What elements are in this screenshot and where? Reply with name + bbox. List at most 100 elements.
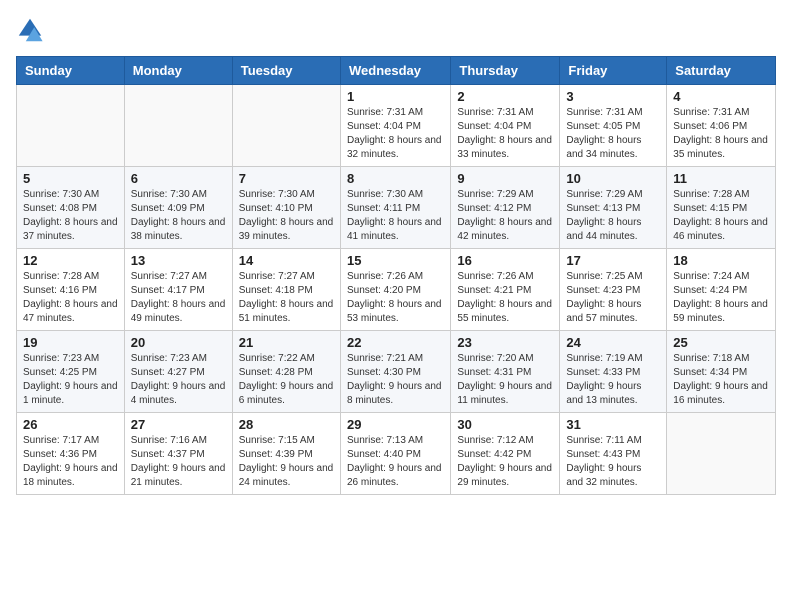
column-header-saturday: Saturday [667, 57, 776, 85]
day-number: 16 [457, 253, 553, 268]
calendar-cell: 22Sunrise: 7:21 AM Sunset: 4:30 PM Dayli… [340, 331, 450, 413]
day-info: Sunrise: 7:31 AM Sunset: 4:06 PM Dayligh… [673, 106, 769, 162]
day-number: 5 [23, 171, 118, 186]
day-info: Sunrise: 7:30 AM Sunset: 4:08 PM Dayligh… [23, 188, 118, 244]
day-number: 2 [457, 89, 553, 104]
day-info: Sunrise: 7:30 AM Sunset: 4:09 PM Dayligh… [131, 188, 226, 244]
day-number: 30 [457, 417, 553, 432]
day-number: 7 [239, 171, 334, 186]
calendar-cell: 9 Sunrise: 7:29 AM Sunset: 4:12 PM Daylig… [451, 167, 560, 249]
day-info: Sunrise: 7:27 AM Sunset: 4:18 PM Dayligh… [239, 270, 334, 326]
day-number: 23 [457, 335, 553, 350]
day-info: Sunrise: 7:31 AM Sunset: 4:04 PM Dayligh… [347, 106, 444, 162]
day-number: 13 [131, 253, 226, 268]
calendar-cell: 29 Sunrise: 7:13 AM Sunset: 4:40 PM Dayli… [340, 413, 450, 495]
calendar-cell: 20 Sunrise: 7:23 AM Sunset: 4:27 PM Dayli… [124, 331, 232, 413]
day-number: 9 [457, 171, 553, 186]
day-number: 20 [131, 335, 226, 350]
day-info: Sunrise: 7:24 AM Sunset: 4:24 PM Dayligh… [673, 270, 769, 326]
column-header-sunday: Sunday [17, 57, 125, 85]
calendar-cell: 2 Sunrise: 7:31 AM Sunset: 4:04 PM Daylig… [451, 85, 560, 167]
calendar-cell: 17 Sunrise: 7:25 AM Sunset: 4:23 PM Dayli… [560, 249, 667, 331]
calendar-cell [17, 85, 125, 167]
calendar-cell: 11 Sunrise: 7:28 AM Sunset: 4:15 PM Dayli… [667, 167, 776, 249]
calendar-cell: 13 Sunrise: 7:27 AM Sunset: 4:17 PM Dayli… [124, 249, 232, 331]
column-header-monday: Monday [124, 57, 232, 85]
day-info: Sunrise: 7:31 AM Sunset: 4:05 PM Dayligh… [566, 106, 660, 162]
day-number: 4 [673, 89, 769, 104]
calendar-table: SundayMondayTuesdayWednesdayThursdayFrid… [16, 56, 776, 495]
day-info: Sunrise: 7:12 AM Sunset: 4:42 PM Dayligh… [457, 434, 553, 490]
calendar-week-row: 12Sunrise: 7:28 AM Sunset: 4:16 PM Dayli… [17, 249, 776, 331]
calendar-cell: 28Sunrise: 7:15 AM Sunset: 4:39 PM Dayli… [232, 413, 340, 495]
day-info: Sunrise: 7:13 AM Sunset: 4:40 PM Dayligh… [347, 434, 444, 490]
calendar-cell [667, 413, 776, 495]
calendar-cell: 27 Sunrise: 7:16 AM Sunset: 4:37 PM Dayli… [124, 413, 232, 495]
column-header-friday: Friday [560, 57, 667, 85]
calendar-cell: 31 Sunrise: 7:11 AM Sunset: 4:43 PM Dayli… [560, 413, 667, 495]
calendar-cell: 7 Sunrise: 7:30 AM Sunset: 4:10 PM Daylig… [232, 167, 340, 249]
day-info: Sunrise: 7:27 AM Sunset: 4:17 PM Dayligh… [131, 270, 226, 326]
calendar-cell [124, 85, 232, 167]
calendar-cell: 5 Sunrise: 7:30 AM Sunset: 4:08 PM Daylig… [17, 167, 125, 249]
day-info: Sunrise: 7:15 AM Sunset: 4:39 PM Dayligh… [239, 434, 334, 490]
day-info: Sunrise: 7:30 AM Sunset: 4:10 PM Dayligh… [239, 188, 334, 244]
day-info: Sunrise: 7:11 AM Sunset: 4:43 PM Dayligh… [566, 434, 660, 490]
calendar-cell: 15Sunrise: 7:26 AM Sunset: 4:20 PM Dayli… [340, 249, 450, 331]
column-header-tuesday: Tuesday [232, 57, 340, 85]
calendar-cell: 26Sunrise: 7:17 AM Sunset: 4:36 PM Dayli… [17, 413, 125, 495]
day-info: Sunrise: 7:23 AM Sunset: 4:25 PM Dayligh… [23, 352, 118, 408]
day-number: 14 [239, 253, 334, 268]
day-info: Sunrise: 7:17 AM Sunset: 4:36 PM Dayligh… [23, 434, 118, 490]
day-info: Sunrise: 7:19 AM Sunset: 4:33 PM Dayligh… [566, 352, 660, 408]
day-number: 27 [131, 417, 226, 432]
day-number: 29 [347, 417, 444, 432]
day-number: 15 [347, 253, 444, 268]
calendar-cell: 1 Sunrise: 7:31 AM Sunset: 4:04 PM Daylig… [340, 85, 450, 167]
day-info: Sunrise: 7:16 AM Sunset: 4:37 PM Dayligh… [131, 434, 226, 490]
calendar-cell: 30 Sunrise: 7:12 AM Sunset: 4:42 PM Dayli… [451, 413, 560, 495]
day-info: Sunrise: 7:30 AM Sunset: 4:11 PM Dayligh… [347, 188, 444, 244]
calendar-cell: 8 Sunrise: 7:30 AM Sunset: 4:11 PM Daylig… [340, 167, 450, 249]
day-info: Sunrise: 7:29 AM Sunset: 4:12 PM Dayligh… [457, 188, 553, 244]
calendar-week-row: 19 Sunrise: 7:23 AM Sunset: 4:25 PM Dayli… [17, 331, 776, 413]
calendar-cell: 14 Sunrise: 7:27 AM Sunset: 4:18 PM Dayli… [232, 249, 340, 331]
day-number: 19 [23, 335, 118, 350]
day-number: 24 [566, 335, 660, 350]
day-number: 31 [566, 417, 660, 432]
calendar-cell [232, 85, 340, 167]
calendar-cell: 4 Sunrise: 7:31 AM Sunset: 4:06 PM Daylig… [667, 85, 776, 167]
day-info: Sunrise: 7:25 AM Sunset: 4:23 PM Dayligh… [566, 270, 660, 326]
calendar-cell: 19 Sunrise: 7:23 AM Sunset: 4:25 PM Dayli… [17, 331, 125, 413]
day-number: 17 [566, 253, 660, 268]
day-info: Sunrise: 7:22 AM Sunset: 4:28 PM Dayligh… [239, 352, 334, 408]
calendar-week-row: 5 Sunrise: 7:30 AM Sunset: 4:08 PM Daylig… [17, 167, 776, 249]
day-info: Sunrise: 7:18 AM Sunset: 4:34 PM Dayligh… [673, 352, 769, 408]
day-info: Sunrise: 7:28 AM Sunset: 4:16 PM Dayligh… [23, 270, 118, 326]
calendar-cell: 12Sunrise: 7:28 AM Sunset: 4:16 PM Dayli… [17, 249, 125, 331]
calendar-cell: 6 Sunrise: 7:30 AM Sunset: 4:09 PM Daylig… [124, 167, 232, 249]
day-number: 1 [347, 89, 444, 104]
day-info: Sunrise: 7:23 AM Sunset: 4:27 PM Dayligh… [131, 352, 226, 408]
calendar-cell: 16 Sunrise: 7:26 AM Sunset: 4:21 PM Dayli… [451, 249, 560, 331]
logo [16, 16, 48, 44]
logo-icon [16, 16, 44, 44]
calendar-week-row: 1 Sunrise: 7:31 AM Sunset: 4:04 PM Daylig… [17, 85, 776, 167]
day-number: 6 [131, 171, 226, 186]
column-header-wednesday: Wednesday [340, 57, 450, 85]
day-info: Sunrise: 7:26 AM Sunset: 4:21 PM Dayligh… [457, 270, 553, 326]
day-number: 18 [673, 253, 769, 268]
calendar-week-row: 26Sunrise: 7:17 AM Sunset: 4:36 PM Dayli… [17, 413, 776, 495]
calendar-cell: 24 Sunrise: 7:19 AM Sunset: 4:33 PM Dayli… [560, 331, 667, 413]
day-info: Sunrise: 7:20 AM Sunset: 4:31 PM Dayligh… [457, 352, 553, 408]
calendar-header-row: SundayMondayTuesdayWednesdayThursdayFrid… [17, 57, 776, 85]
day-number: 25 [673, 335, 769, 350]
day-info: Sunrise: 7:21 AM Sunset: 4:30 PM Dayligh… [347, 352, 444, 408]
calendar-cell: 23 Sunrise: 7:20 AM Sunset: 4:31 PM Dayli… [451, 331, 560, 413]
calendar-cell: 18 Sunrise: 7:24 AM Sunset: 4:24 PM Dayli… [667, 249, 776, 331]
day-info: Sunrise: 7:28 AM Sunset: 4:15 PM Dayligh… [673, 188, 769, 244]
day-number: 8 [347, 171, 444, 186]
day-info: Sunrise: 7:31 AM Sunset: 4:04 PM Dayligh… [457, 106, 553, 162]
day-number: 11 [673, 171, 769, 186]
calendar-cell: 3Sunrise: 7:31 AM Sunset: 4:05 PM Daylig… [560, 85, 667, 167]
